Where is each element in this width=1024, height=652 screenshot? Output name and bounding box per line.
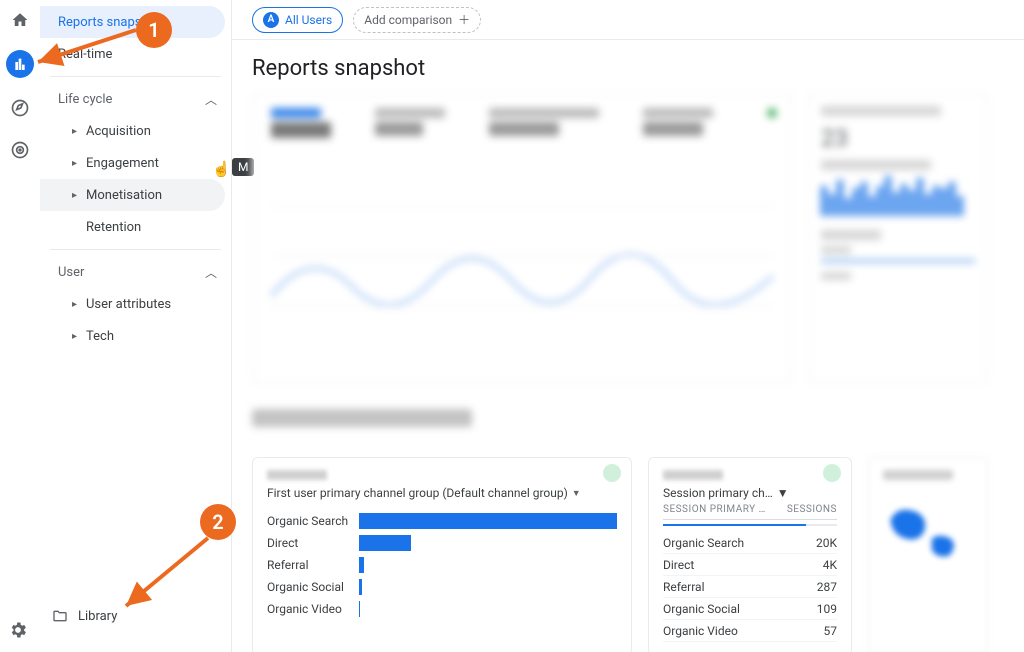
table-row[interactable]: Direct4K — [663, 554, 837, 576]
acquisition-row: First user primary channel group (Defaul… — [232, 437, 1024, 652]
annotation-arrow-1 — [32, 22, 140, 70]
annotation-callout-1: 1 — [136, 12, 172, 48]
arrow-icon: ▸ — [72, 190, 86, 201]
bar-row: Organic Social — [267, 576, 617, 598]
library-button[interactable]: Library — [52, 608, 117, 624]
reports-icon[interactable] — [6, 50, 34, 78]
nav-acquisition[interactable]: ▸Acquisition — [40, 115, 225, 147]
nav-tech[interactable]: ▸Tech — [40, 320, 225, 352]
nav-label: User — [58, 265, 84, 280]
home-icon[interactable] — [8, 8, 32, 32]
segment-label: All Users — [285, 13, 332, 27]
explore-icon[interactable] — [8, 96, 32, 120]
advertising-icon[interactable] — [8, 138, 32, 162]
nav-label: Acquisition — [86, 124, 151, 139]
bar-row: Organic Video — [267, 598, 617, 620]
nav-group-lifecycle[interactable]: Life cycle ︿ — [40, 83, 231, 115]
spark-bars — [821, 176, 975, 216]
nav-retention[interactable]: Retention — [40, 211, 225, 243]
nav-monetisation[interactable]: ▸Monetisation — [40, 179, 225, 211]
folder-icon — [52, 608, 68, 624]
status-dot-icon — [603, 464, 621, 482]
arrow-icon: ▸ — [72, 299, 86, 310]
plus-icon: ＋ — [458, 11, 470, 28]
status-dot-icon — [823, 464, 841, 482]
chevron-down-icon: ▼ — [572, 488, 581, 499]
settings-icon[interactable] — [8, 620, 28, 644]
arrow-icon: ▸ — [72, 158, 86, 169]
nav-label: Tech — [86, 329, 114, 344]
session-table-card[interactable]: Session primary ch…▼ SESSION PRIMARY …SE… — [648, 457, 852, 652]
table-row[interactable]: Organic Video57 — [663, 620, 837, 642]
library-label: Library — [78, 609, 117, 624]
nav-group-user[interactable]: User ︿ — [40, 256, 231, 288]
chevron-down-icon: ▼ — [777, 486, 789, 500]
cursor-icon: ☝ — [212, 160, 231, 178]
left-rail — [0, 0, 40, 652]
annotation-callout-2: 2 — [200, 504, 236, 540]
bar-label: Organic Search — [267, 514, 349, 528]
col-label: SESSION PRIMARY … — [663, 504, 766, 515]
nav-user-attributes[interactable]: ▸User attributes — [40, 288, 225, 320]
realtime-count: 23 — [821, 124, 975, 152]
table-row[interactable]: Referral287 — [663, 576, 837, 598]
divider — [50, 76, 221, 77]
bar-label: Direct — [267, 536, 349, 550]
table-row[interactable]: Organic Search20K — [663, 532, 837, 554]
line-chart — [271, 184, 773, 358]
segment-badge: A — [263, 12, 279, 28]
realtime-card[interactable]: 23 — [808, 93, 988, 383]
nav-label: User attributes — [86, 297, 171, 312]
comparison-bar: A All Users Add comparison ＋ — [232, 0, 1024, 40]
bar-row: Organic Search — [267, 510, 617, 532]
status-dot-icon — [767, 108, 777, 118]
chevron-up-icon: ︿ — [205, 91, 217, 108]
nav-label: Engagement — [86, 156, 159, 171]
dropdown-label: First user primary channel group (Defaul… — [267, 486, 568, 500]
add-comparison-label: Add comparison — [364, 13, 452, 27]
col-label: SESSIONS — [787, 504, 837, 515]
add-comparison-button[interactable]: Add comparison ＋ — [353, 7, 481, 33]
bar-row: Direct — [267, 532, 617, 554]
nav-engagement[interactable]: ▸Engagement — [40, 147, 225, 179]
section-header-blurred — [252, 409, 472, 427]
bar-label: Referral — [267, 558, 349, 572]
arrow-icon: ▸ — [72, 126, 86, 137]
chevron-up-icon: ︿ — [205, 264, 217, 281]
annotation-arrow-2 — [118, 534, 214, 612]
main-content: A All Users Add comparison ＋ Reports sna… — [232, 0, 1024, 652]
bar-label: Organic Video — [267, 602, 349, 616]
dropdown-label: Session primary ch… — [663, 486, 773, 500]
channel-bar-card[interactable]: First user primary channel group (Defaul… — [252, 457, 632, 652]
world-map — [883, 486, 973, 576]
session-dropdown[interactable]: Session primary ch… ▼ — [663, 486, 837, 500]
page-title: Reports snapshot — [232, 40, 1024, 93]
nav-label: Retention — [86, 220, 141, 235]
channel-card-title[interactable]: First user primary channel group (Defaul… — [267, 486, 617, 500]
bar-label: Organic Social — [267, 580, 349, 594]
arrow-icon: ▸ — [72, 331, 86, 342]
overview-card[interactable] — [252, 93, 792, 383]
map-card[interactable] — [868, 457, 988, 652]
segment-all-users[interactable]: A All Users — [252, 7, 343, 33]
metric-row — [253, 94, 791, 152]
nav-label: Monetisation — [86, 188, 162, 203]
table-row[interactable]: Organic Social109 — [663, 598, 837, 620]
table-header: SESSION PRIMARY … SESSIONS — [663, 504, 837, 520]
bar-row: Referral — [267, 554, 617, 576]
divider — [50, 249, 221, 250]
summary-cards: 23 — [232, 93, 1024, 383]
nav-label: Life cycle — [58, 92, 112, 107]
